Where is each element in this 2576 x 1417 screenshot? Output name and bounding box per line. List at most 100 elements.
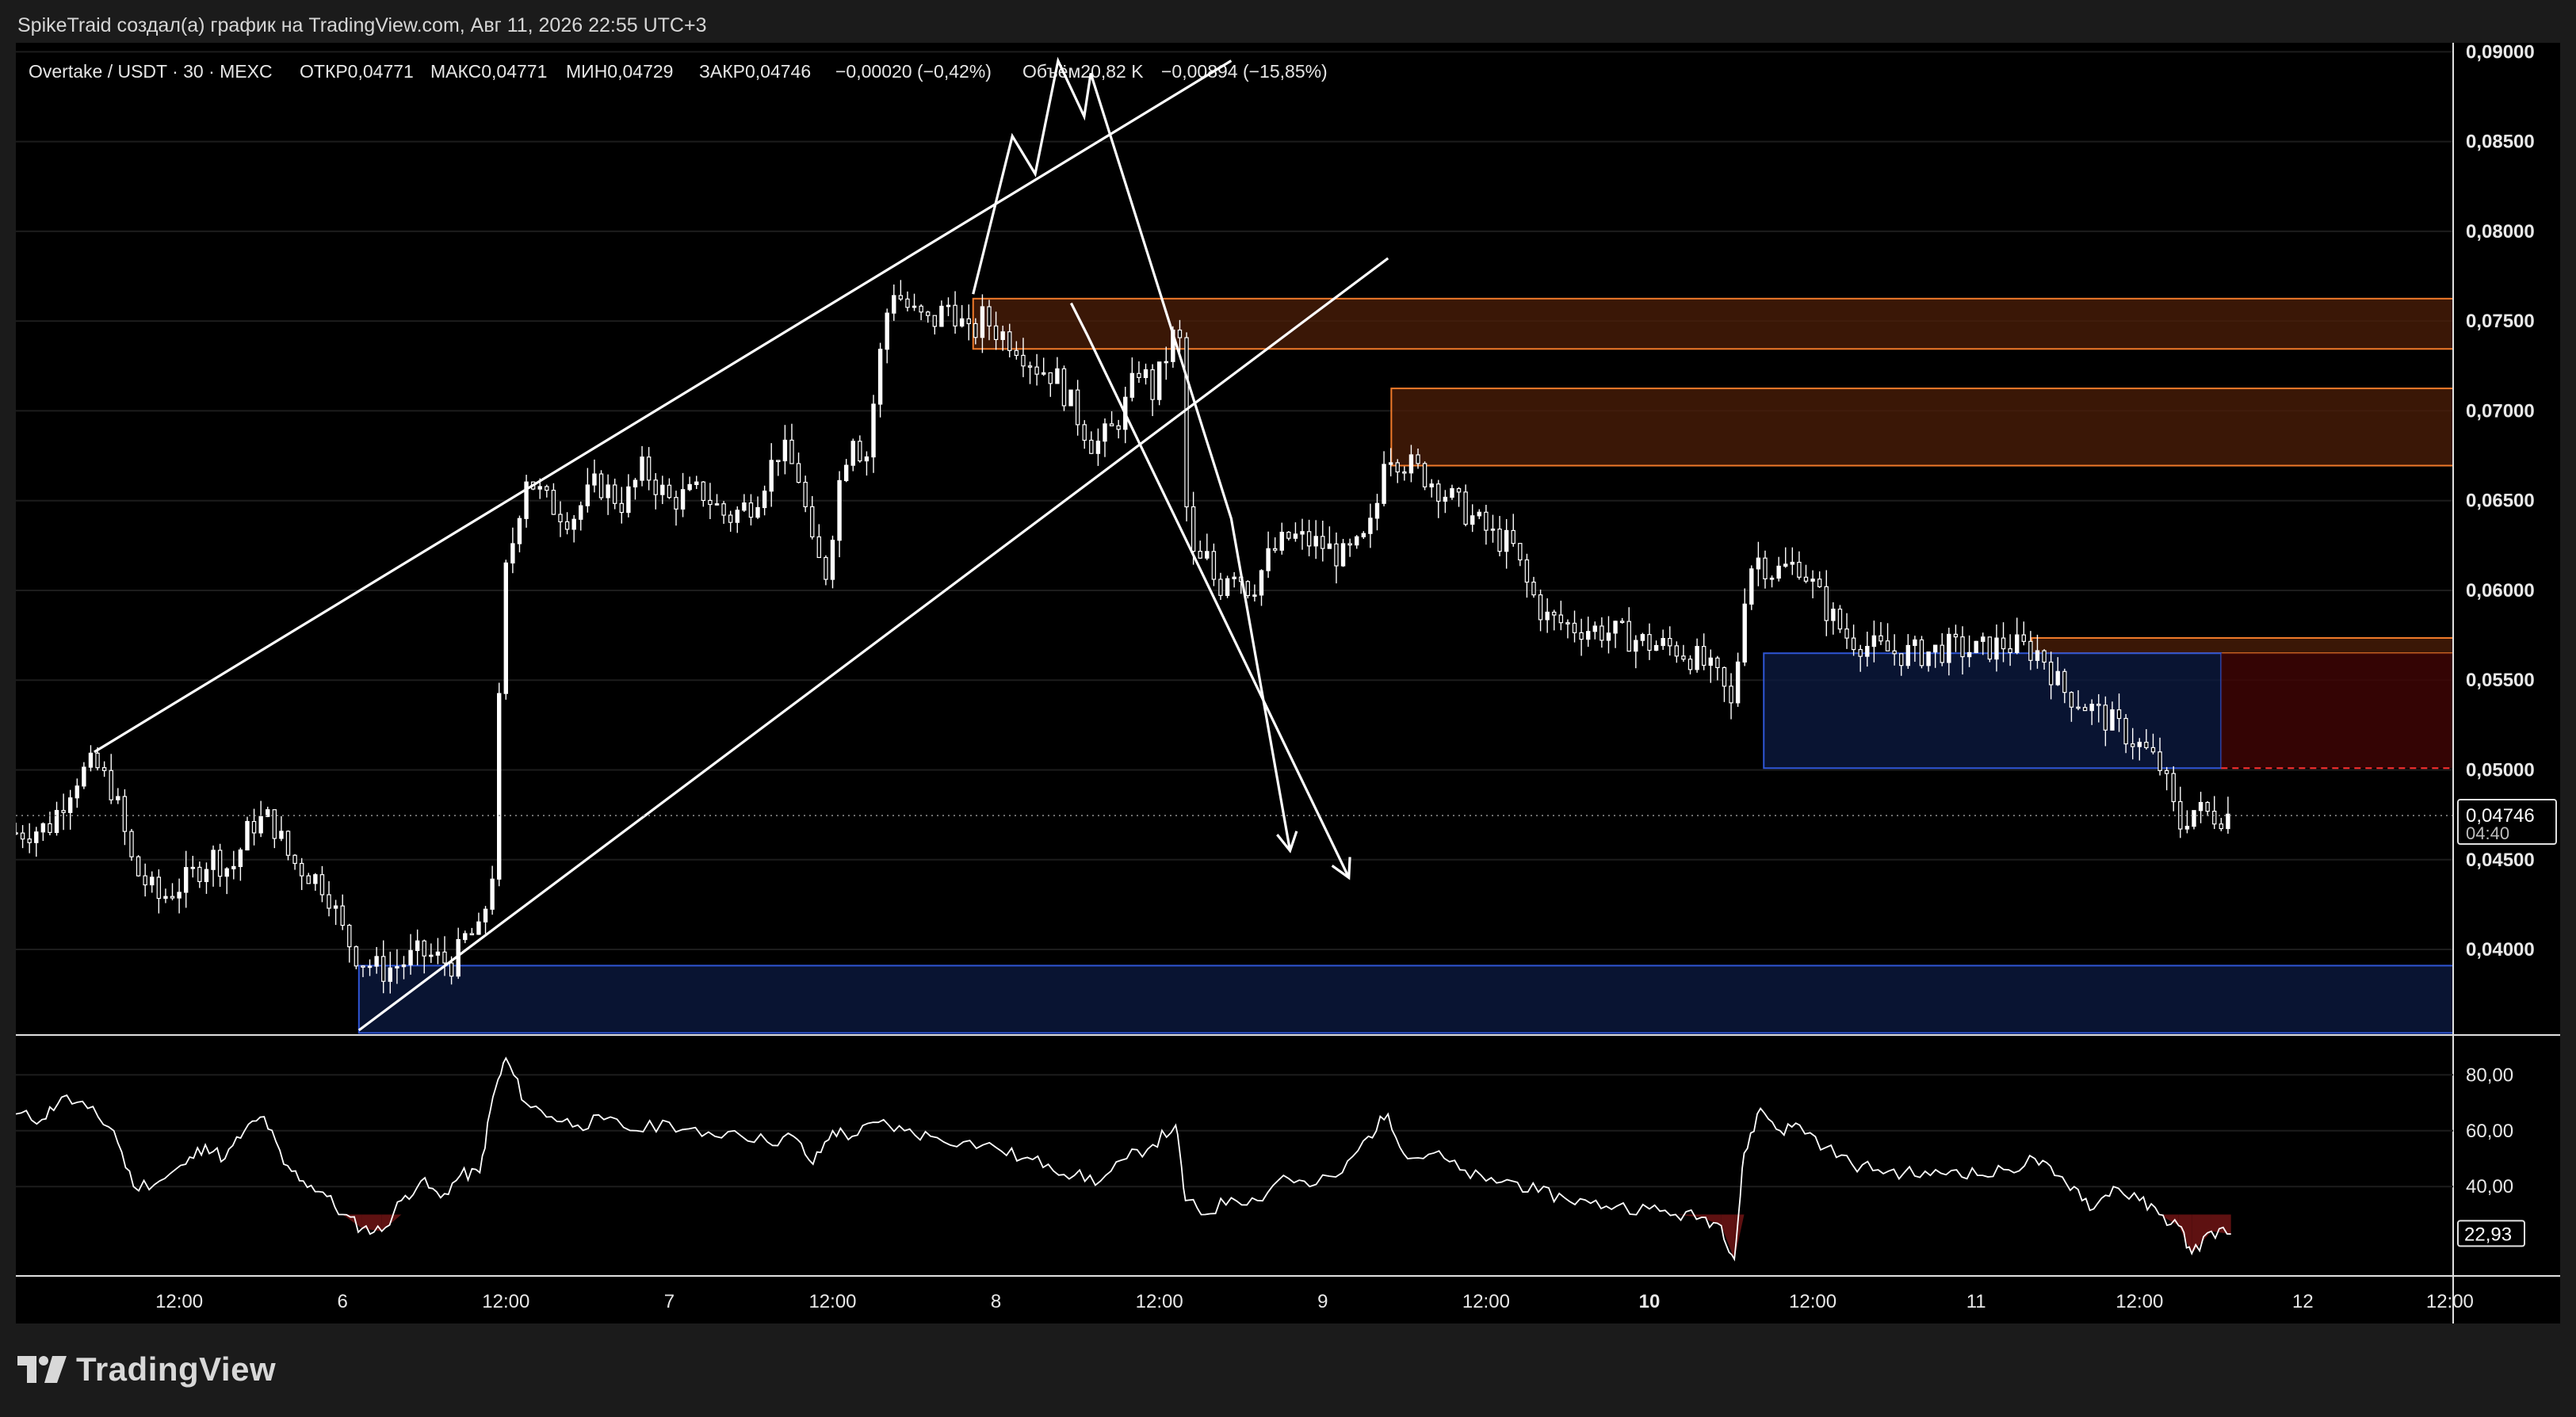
candle-body xyxy=(319,874,325,896)
candle-body xyxy=(1272,548,1278,551)
candle-body xyxy=(1027,365,1033,368)
resistance-zone-0[interactable] xyxy=(972,297,2454,350)
candle-body xyxy=(932,315,938,327)
candle-body xyxy=(40,823,46,833)
candle-body xyxy=(714,503,720,506)
candle-body xyxy=(1116,425,1121,430)
candle-body xyxy=(136,856,141,877)
resistance-zone-1[interactable] xyxy=(1390,388,2454,467)
legend-high: МАКС0,04771 xyxy=(430,61,547,82)
candle-body xyxy=(442,951,447,964)
candle-body xyxy=(163,896,168,899)
tradingview-brand-text: TradingView xyxy=(76,1350,277,1388)
resistance-zone-2[interactable] xyxy=(2031,636,2455,655)
candle-body xyxy=(1511,529,1515,544)
candle-body xyxy=(1007,331,1012,351)
candle-body xyxy=(1211,551,1217,580)
time-tick-label: 12:00 xyxy=(482,1291,529,1312)
candle-body xyxy=(1994,637,1999,660)
candle-body xyxy=(1960,636,1965,658)
candle-body xyxy=(660,484,665,495)
candle-body xyxy=(1858,649,1863,657)
candle-body xyxy=(1055,368,1060,384)
projected-path[interactable] xyxy=(972,56,1292,851)
candle-body xyxy=(1647,634,1652,651)
candle-body xyxy=(898,295,904,300)
candle-body xyxy=(1749,568,1754,605)
candle-body xyxy=(1613,621,1618,634)
price-tick-label: 0,06000 xyxy=(2466,580,2535,602)
candle-body xyxy=(2116,709,2122,720)
candle-body xyxy=(1129,372,1135,398)
red-zone-5[interactable] xyxy=(2221,653,2453,769)
candle-body xyxy=(606,484,610,498)
candle-body xyxy=(497,693,502,880)
price-tick-label: 0,07500 xyxy=(2466,311,2535,332)
legend-volume: Объём20,82 K xyxy=(1022,61,1144,82)
candle-body xyxy=(2205,801,2210,812)
candle-body xyxy=(1634,640,1638,652)
price-tick-label: 0,08500 xyxy=(2466,132,2535,153)
candle-body xyxy=(1150,369,1155,400)
candle-body xyxy=(993,325,999,341)
candle-body xyxy=(2021,634,2027,642)
candle-body xyxy=(905,298,910,308)
candle-body xyxy=(1586,631,1591,640)
candle-body xyxy=(1450,487,1454,498)
candle-body xyxy=(1484,511,1489,531)
rsi-oversold-fill xyxy=(1675,1214,1702,1217)
candle-body xyxy=(211,850,216,870)
candle-body xyxy=(1137,372,1141,378)
candle-body xyxy=(1306,531,1312,547)
candle-body xyxy=(1742,603,1747,663)
candle-body xyxy=(558,514,563,523)
candle-body xyxy=(2001,637,2006,650)
candle-body xyxy=(1041,372,1046,375)
candle-body xyxy=(769,460,774,492)
support-zone-4[interactable] xyxy=(357,964,2454,1034)
candle-body xyxy=(388,967,393,982)
candle-body xyxy=(1429,483,1434,487)
channel-lower-line[interactable] xyxy=(357,257,1389,1032)
candle-body xyxy=(2226,813,2230,830)
candle-body xyxy=(721,503,726,516)
candle-body xyxy=(95,752,100,769)
candle-body xyxy=(367,965,373,968)
price-tick-label: 0,04000 xyxy=(2466,939,2535,961)
chart-canvas[interactable]: Overtake / USDT · 30 · MEXC ОТКР0,04771 … xyxy=(16,43,2560,1323)
candle-body xyxy=(2123,717,2128,745)
candle-body xyxy=(1293,533,1298,539)
time-tick-label: 8 xyxy=(991,1291,1001,1312)
tradingview-logo[interactable]: TradingView xyxy=(17,1350,276,1389)
candle-body xyxy=(1156,361,1162,400)
legend-open: ОТКР0,04771 xyxy=(300,61,414,82)
candle-body xyxy=(2219,823,2224,830)
candle-body xyxy=(1844,628,1849,639)
candle-body xyxy=(2212,811,2217,825)
candle-body xyxy=(2157,751,2162,771)
candle-body xyxy=(1422,463,1428,487)
candle-body xyxy=(1878,635,1883,642)
channel-upper-line[interactable] xyxy=(94,59,1233,754)
price-tick-label: 0,04500 xyxy=(2466,850,2535,871)
candle-body xyxy=(422,940,426,957)
candle-body xyxy=(1871,635,1877,647)
candle-body xyxy=(885,312,889,350)
candle-body xyxy=(483,908,488,922)
time-tick-label: 7 xyxy=(664,1291,675,1312)
candle-body xyxy=(2008,648,2012,654)
candle-body xyxy=(20,832,25,840)
candle-body xyxy=(435,951,441,956)
candle-body xyxy=(27,838,32,843)
candle-body xyxy=(742,502,747,511)
candle-body xyxy=(1000,331,1005,341)
rsi-line[interactable] xyxy=(16,1056,2231,1262)
candle-body xyxy=(674,497,678,510)
candle-body xyxy=(1259,570,1264,596)
candle-body xyxy=(1953,633,1959,638)
candle-body xyxy=(687,483,692,491)
candle-body xyxy=(803,481,808,508)
candle-body xyxy=(1545,611,1550,621)
candle-body xyxy=(116,796,120,800)
chart-frame[interactable]: Overtake / USDT · 30 · MEXC ОТКР0,04771 … xyxy=(16,43,2560,1323)
